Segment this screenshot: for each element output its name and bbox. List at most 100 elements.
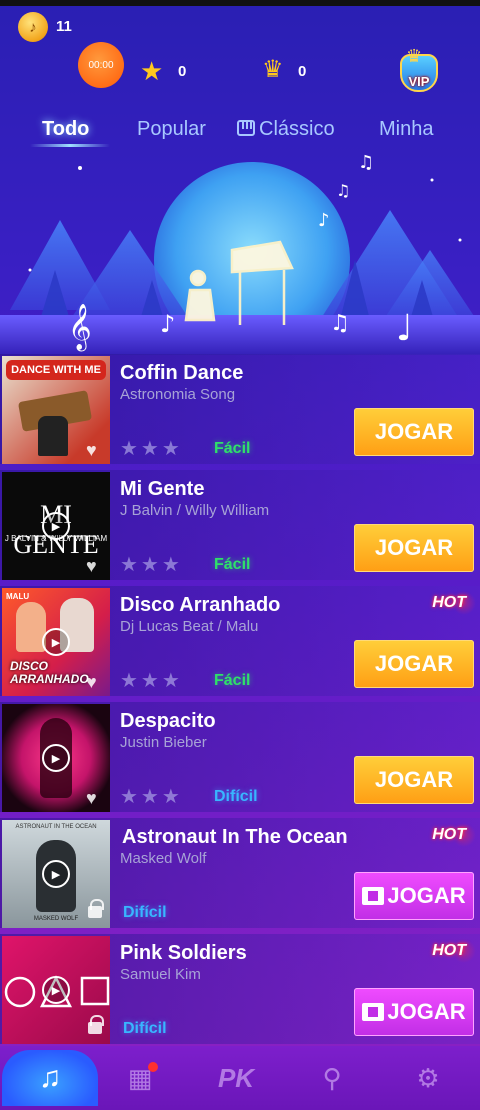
svg-text:♪: ♪	[160, 310, 175, 338]
svg-text:♫: ♫	[358, 152, 374, 173]
rating-stars: ★★★	[120, 670, 183, 692]
featured-banner[interactable]: 𝄞 ♪ ♫ ♩ ♪ ♫ ♫	[0, 150, 480, 355]
heart-icon[interactable]: ♥	[86, 672, 97, 693]
rating-stars: ★★★	[120, 438, 183, 460]
nav-settings[interactable]: ⚙	[380, 1050, 476, 1106]
piano-icon	[237, 120, 255, 136]
hot-badge: HOT	[432, 823, 476, 847]
difficulty-label: Difícil	[123, 904, 167, 921]
bottom-nav: ♫ ▦ PK ⚲ ⚙	[0, 1046, 480, 1110]
video-icon	[362, 887, 385, 905]
lock-icon	[88, 899, 104, 918]
difficulty-label: Difícil	[123, 1020, 167, 1037]
piano-moon-illustration: 𝄞 ♪ ♫ ♩ ♪ ♫ ♫	[0, 152, 480, 355]
play-preview-icon[interactable]: ▶	[42, 628, 70, 656]
song-artist: Masked Wolf	[120, 850, 207, 867]
timer-badge[interactable]: 00:00	[78, 42, 124, 88]
play-button[interactable]: JOGAR	[354, 988, 474, 1036]
song-list: DANCE WITH ME ♥ Coffin Dance Astronomia …	[0, 354, 480, 1050]
lock-icon	[88, 1015, 104, 1034]
play-button[interactable]: JOGAR	[354, 640, 474, 688]
svg-text:♩: ♩	[396, 308, 413, 349]
song-title: Despacito	[120, 710, 216, 732]
difficulty-label: Difícil	[214, 788, 258, 805]
play-button[interactable]: JOGAR	[354, 756, 474, 804]
vip-label: VIP	[408, 74, 430, 89]
song-title: Disco Arranhado	[120, 594, 281, 616]
heart-icon[interactable]: ♥	[86, 556, 97, 577]
hot-badge: HOT	[432, 591, 476, 615]
song-row[interactable]: ▶ ♥ Despacito Justin Bieber ★★★ Difícil …	[0, 702, 480, 818]
song-row[interactable]: ASTRONAUT IN THE OCEAN MASKED WOLF ▶ Ast…	[0, 818, 480, 934]
rating-stars: ★★★	[120, 554, 183, 576]
active-tab-indicator	[30, 144, 110, 147]
star-icon: ★	[140, 56, 164, 86]
coin-count: 11	[56, 18, 72, 35]
tab-todo[interactable]: Todo	[42, 118, 89, 141]
song-artist: J Balvin / Willy William	[120, 502, 270, 519]
play-preview-icon[interactable]: ▶	[42, 744, 70, 772]
tab-minha[interactable]: Minha	[379, 118, 433, 141]
song-title: Coffin Dance	[120, 362, 244, 384]
song-row[interactable]: ▶ Pink Soldiers Samuel Kim HOT Difícil J…	[0, 934, 480, 1050]
play-button-label: JOGAR	[387, 999, 466, 1024]
tab-classico-label: Clássico	[259, 118, 335, 140]
play-button[interactable]: JOGAR	[354, 524, 474, 572]
dancer-graphic	[38, 416, 68, 456]
tab-classico[interactable]: Clássico	[237, 118, 335, 141]
crown-count: 0	[298, 63, 307, 80]
play-preview-icon[interactable]: ▶	[42, 860, 70, 888]
search-icon: ⚲	[322, 1062, 342, 1093]
svg-text:♫: ♫	[330, 311, 350, 336]
song-cover[interactable]: MALU DISCO ARRANHADO ▶ ♥	[2, 588, 110, 696]
pk-icon: PK	[217, 1062, 255, 1093]
hot-badge: HOT	[432, 939, 476, 963]
song-row[interactable]: MI GENTE J BALVIN & WILLY WILLIAM ▶ ♥ Mi…	[0, 470, 480, 586]
vip-crown-icon: ♛	[406, 46, 423, 66]
cover-artist-tag: MALU	[6, 592, 30, 601]
status-bar	[0, 0, 480, 6]
difficulty-label: Fácil	[214, 440, 251, 457]
song-row[interactable]: MALU DISCO ARRANHADO ▶ ♥ Disco Arranhado…	[0, 586, 480, 702]
song-cover[interactable]: MI GENTE J BALVIN & WILLY WILLIAM ▶ ♥	[2, 472, 110, 580]
song-row[interactable]: DANCE WITH ME ♥ Coffin Dance Astronomia …	[0, 354, 480, 470]
play-button-label: JOGAR	[387, 883, 466, 908]
video-icon	[362, 1003, 385, 1021]
nav-songs[interactable]: ♫	[2, 1050, 98, 1106]
song-title: Astronaut In The Ocean	[122, 826, 348, 848]
heart-icon[interactable]: ♥	[86, 440, 97, 461]
crown-icon: ♛	[262, 56, 284, 83]
play-button[interactable]: JOGAR	[354, 408, 474, 456]
vip-button[interactable]: ♛ VIP	[396, 46, 442, 96]
notification-dot	[148, 1062, 158, 1072]
song-artist: Samuel Kim	[120, 966, 201, 983]
star-count: 0	[178, 63, 187, 80]
nav-search[interactable]: ⚲	[284, 1050, 380, 1106]
song-title: Mi Gente	[120, 478, 205, 500]
svg-text:♪: ♪	[318, 210, 330, 231]
nav-pk[interactable]: PK	[188, 1050, 284, 1106]
nav-shop[interactable]: ▦	[92, 1050, 188, 1106]
song-cover[interactable]: ASTRONAUT IN THE OCEAN MASKED WOLF ▶	[2, 820, 110, 928]
song-artist: Justin Bieber	[120, 734, 207, 751]
svg-text:♫: ♫	[336, 181, 350, 200]
song-artist: Dj Lucas Beat / Malu	[120, 618, 259, 635]
difficulty-label: Fácil	[214, 556, 251, 573]
song-artist: Astronomia Song	[120, 386, 236, 403]
music-note-icon: ♫	[38, 1061, 62, 1094]
play-button[interactable]: JOGAR	[354, 872, 474, 920]
play-preview-icon[interactable]: ▶	[42, 976, 70, 1004]
play-preview-icon[interactable]: ▶	[42, 512, 70, 540]
song-cover[interactable]: ▶ ♥	[2, 704, 110, 812]
category-tabs: Todo Popular Clássico Minha	[0, 112, 480, 152]
rating-stars: ★★★	[120, 786, 183, 808]
tab-popular[interactable]: Popular	[137, 118, 206, 141]
cover-caption: DANCE WITH ME	[6, 360, 106, 380]
song-cover[interactable]: DANCE WITH ME ♥	[2, 356, 110, 464]
cover-title: ASTRONAUT IN THE OCEAN	[15, 824, 97, 830]
difficulty-label: Fácil	[214, 672, 251, 689]
song-title: Pink Soldiers	[120, 942, 247, 964]
song-cover[interactable]: ▶	[2, 936, 110, 1044]
coin-icon[interactable]: ♪	[18, 12, 48, 42]
heart-icon[interactable]: ♥	[86, 788, 97, 809]
